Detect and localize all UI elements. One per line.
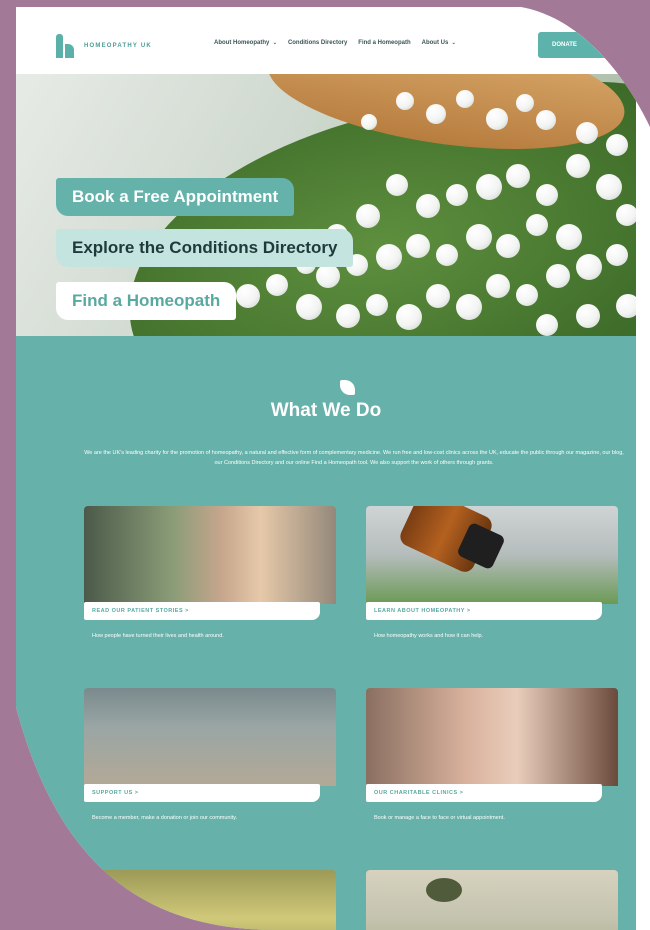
pill-shape — [396, 304, 422, 330]
mother-child-photo — [366, 688, 618, 786]
landscape-photo — [366, 870, 618, 930]
card-description: Become a member, make a donation or join… — [92, 815, 238, 821]
pill-shape — [576, 254, 602, 280]
card-learn-homeopathy[interactable]: LEARN ABOUT HOMEOPATHY > How homeopathy … — [366, 506, 618, 604]
pill-shape — [576, 304, 600, 328]
pill-shape — [236, 284, 260, 308]
pill-shape — [536, 184, 558, 206]
pill-shape — [616, 294, 636, 318]
nav-item-about-homeopathy[interactable]: About Homeopathy ⌄ — [214, 40, 277, 46]
section-description: We are the UK's leading charity for the … — [84, 450, 624, 466]
pill-shape — [606, 134, 628, 156]
pill-shape — [426, 284, 450, 308]
card-link[interactable]: LEARN ABOUT HOMEOPATHY > — [366, 602, 602, 620]
pill-shape — [536, 110, 556, 130]
pill-shape — [446, 184, 468, 206]
chevron-down-icon: ⌄ — [271, 40, 277, 46]
nav-item-conditions-directory[interactable]: Conditions Directory — [288, 40, 347, 46]
logo-text: HOMEOPATHY UK — [84, 43, 152, 49]
pill-shape — [506, 164, 530, 188]
card-nature-2[interactable] — [366, 870, 618, 930]
pill-shape — [516, 94, 534, 112]
handshake-photo — [84, 688, 336, 786]
pill-shape — [486, 274, 510, 298]
pill-shape — [426, 104, 446, 124]
tree-shape — [426, 878, 462, 902]
chevron-down-icon: ⌄ — [450, 40, 456, 46]
pill-shape — [436, 244, 458, 266]
card-link[interactable]: OUR CHARITABLE CLINICS > — [366, 784, 602, 802]
pill-shape — [356, 204, 380, 228]
section-title: What We Do — [270, 400, 382, 421]
pill-shape — [536, 314, 558, 336]
card-description: How people have turned their lives and h… — [92, 633, 224, 639]
pill-shape — [526, 214, 548, 236]
logo[interactable]: HOMEOPATHY UK — [56, 34, 152, 58]
pill-shape — [376, 244, 402, 270]
card-patient-stories[interactable]: READ OUR PATIENT STORIES > How people ha… — [84, 506, 336, 604]
pill-shape — [406, 234, 430, 258]
pill-shape — [456, 90, 474, 108]
pill-shape — [386, 174, 408, 196]
pill-shape — [496, 234, 520, 258]
remedy-bottle-photo — [366, 506, 618, 604]
pill-shape — [566, 154, 590, 178]
card-link[interactable]: SUPPORT US > — [84, 784, 320, 802]
pill-shape — [556, 224, 582, 250]
pill-shape — [336, 304, 360, 328]
pill-shape — [576, 122, 598, 144]
nav-item-find-homeopath[interactable]: Find a Homeopath — [358, 40, 410, 46]
pill-shape — [366, 294, 388, 316]
card-support-us[interactable]: SUPPORT US > Become a member, make a don… — [84, 688, 336, 786]
pill-shape — [546, 264, 570, 288]
site-header: HOMEOPATHY UK About Homeopathy ⌄ Conditi… — [16, 18, 636, 74]
pill-shape — [456, 294, 482, 320]
pill-shape — [316, 264, 340, 288]
pill-shape — [266, 274, 288, 296]
pill-shape — [606, 244, 628, 266]
card-description: How homeopathy works and how it can help… — [374, 633, 484, 639]
card-charitable-clinics[interactable]: OUR CHARITABLE CLINICS > Book or manage … — [366, 688, 618, 786]
logo-leaf-icon — [56, 34, 78, 58]
find-homeopath-button[interactable]: Find a Homeopath — [56, 282, 236, 320]
couple-photo — [84, 506, 336, 604]
pill-shape — [616, 204, 636, 226]
pill-shape — [596, 174, 622, 200]
pill-shape — [466, 224, 492, 250]
pill-shape — [476, 174, 502, 200]
conditions-directory-button[interactable]: Explore the Conditions Directory — [56, 229, 353, 267]
browser-frame: HOMEOPATHY UK About Homeopathy ⌄ Conditi… — [16, 7, 650, 930]
pill-shape — [416, 194, 440, 218]
card-description: Book or manage a face to face or virtual… — [374, 815, 505, 821]
nav-item-about-us[interactable]: About Us ⌄ — [422, 40, 456, 46]
pill-shape — [296, 294, 322, 320]
pill-shape — [396, 92, 414, 110]
book-appointment-button[interactable]: Book a Free Appointment — [56, 178, 294, 216]
pill-shape — [361, 114, 377, 130]
pill-shape — [516, 284, 538, 306]
hero-banner: Book a Free Appointment Explore the Cond… — [16, 74, 636, 336]
card-link[interactable]: READ OUR PATIENT STORIES > — [84, 602, 320, 620]
pill-shape — [486, 108, 508, 130]
main-nav: About Homeopathy ⌄ Conditions Directory … — [214, 40, 456, 46]
what-we-do-section: What We Do We are the UK's leading chari… — [16, 336, 636, 930]
leaf-icon — [340, 380, 355, 395]
